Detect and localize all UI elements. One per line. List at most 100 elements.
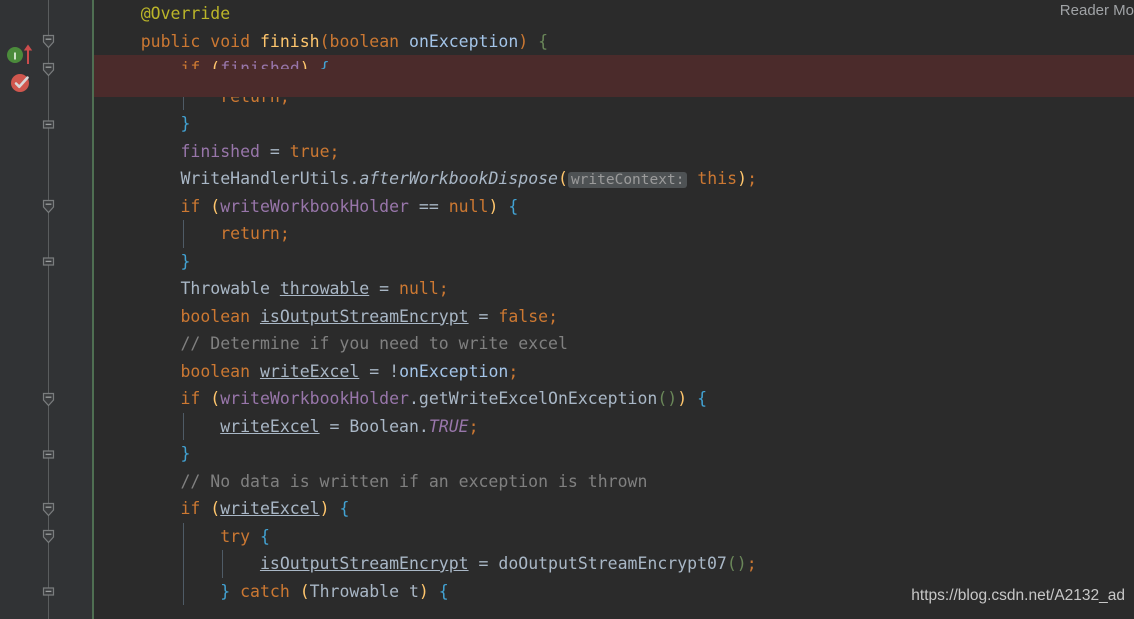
code-line[interactable]: @Override	[93, 0, 1134, 28]
fold-collapse-icon[interactable]	[41, 392, 56, 407]
code-token: finish	[259, 31, 320, 51]
code-line[interactable]: }	[93, 440, 1134, 468]
code-folding-rail	[48, 0, 49, 619]
code-token: ;	[548, 306, 559, 326]
code-line[interactable]: }	[93, 248, 1134, 276]
breakpoint-verified-icon[interactable]	[10, 72, 32, 94]
code-line[interactable]: boolean writeExcel = !onException;	[93, 358, 1134, 386]
code-line[interactable]: isOutputStreamEncrypt = doOutputStreamEn…	[93, 550, 1134, 578]
code-token: return	[220, 224, 280, 243]
fold-collapse-icon[interactable]	[41, 529, 56, 544]
code-line[interactable]: boolean isOutputStreamEncrypt = false;	[93, 303, 1134, 331]
watermark-url: https://blog.csdn.net/A2132_ad	[911, 587, 1125, 604]
code-token: =	[468, 306, 499, 326]
fold-expand-icon[interactable]	[41, 117, 56, 132]
code-line[interactable]: if (writeWorkbookHolder == null) {	[93, 193, 1134, 221]
code-token: (	[210, 389, 221, 408]
code-token: null	[399, 279, 439, 298]
code-token: = !	[359, 361, 400, 381]
code-token: ;	[747, 169, 757, 188]
code-editor[interactable]: I @Override public void finish(boolean o…	[0, 0, 1134, 619]
code-token: false	[498, 306, 549, 326]
code-token: Throwable	[309, 581, 400, 601]
fold-expand-icon[interactable]	[41, 254, 56, 269]
code-line[interactable]: public void finish(boolean onException) …	[93, 28, 1134, 56]
code-token: ;	[329, 141, 340, 161]
code-token: =	[369, 279, 400, 298]
code-token: catch	[240, 581, 290, 601]
code-token: )	[418, 581, 429, 601]
code-token: public	[140, 31, 201, 51]
inlay-parameter-hint[interactable]: writeContext:	[567, 172, 688, 188]
indent-guide	[182, 412, 184, 440]
code-token: (	[210, 196, 221, 216]
indent-guide	[182, 522, 184, 550]
code-token: writeExcel	[220, 416, 320, 436]
fold-collapse-icon[interactable]	[41, 62, 56, 77]
code-token: boolean	[180, 361, 251, 381]
code-token: void	[210, 31, 251, 51]
code-token: {	[538, 31, 549, 51]
code-line[interactable]: writeExcel = Boolean.TRUE;	[93, 412, 1134, 440]
code-token: {	[697, 389, 708, 408]
code-token: WriteHandlerUtils	[180, 169, 350, 188]
vcs-changed-lines-stripe[interactable]	[92, 0, 94, 619]
code-token: {	[259, 526, 270, 546]
code-line[interactable]: if (writeWorkbookHolder.getWriteExcelOnE…	[93, 385, 1134, 413]
fold-collapse-icon[interactable]	[41, 34, 56, 49]
code-line[interactable]: Throwable throwable = null;	[93, 275, 1134, 303]
breakpoint-line-highlight	[36, 69, 1134, 97]
code-token: {	[438, 581, 449, 601]
editor-gutter[interactable]: I	[0, 0, 94, 619]
fold-collapse-icon[interactable]	[41, 199, 56, 214]
code-token: afterWorkbookDispose	[359, 169, 558, 188]
implemented-interface-icon[interactable]: I	[6, 44, 36, 66]
code-token: if	[180, 196, 201, 216]
fold-expand-icon[interactable]	[41, 447, 56, 462]
code-line[interactable]: }	[93, 110, 1134, 138]
code-token: Boolean	[349, 416, 419, 436]
code-token: writeExcel	[259, 361, 360, 381]
code-line[interactable]: WriteHandlerUtils.afterWorkbookDispose(w…	[93, 165, 1134, 193]
code-line[interactable]: // No data is written if an exception is…	[93, 468, 1134, 496]
code-line[interactable]: // Determine if you need to write excel	[93, 330, 1134, 358]
code-line[interactable]: return;	[93, 220, 1134, 248]
code-line[interactable]: if (writeExcel) {	[93, 495, 1134, 523]
reader-mode-label[interactable]: Reader Mo	[1060, 0, 1134, 22]
fold-expand-icon[interactable]	[41, 584, 56, 599]
code-token: // No data is written if an exception is…	[180, 471, 648, 491]
code-token: ;	[508, 361, 519, 381]
code-token: TRUE	[428, 416, 469, 436]
code-token: writeWorkbookHolder	[220, 389, 409, 408]
code-token: writeWorkbookHolder	[220, 196, 409, 216]
code-line[interactable]: finished = true;	[93, 138, 1134, 166]
code-line[interactable]: try {	[93, 522, 1134, 550]
code-token: try	[220, 526, 251, 546]
code-token: =	[468, 554, 499, 573]
code-token: )	[319, 499, 330, 518]
code-token: )	[488, 196, 499, 216]
code-token: ;	[279, 224, 290, 243]
fold-collapse-icon[interactable]	[41, 502, 56, 517]
